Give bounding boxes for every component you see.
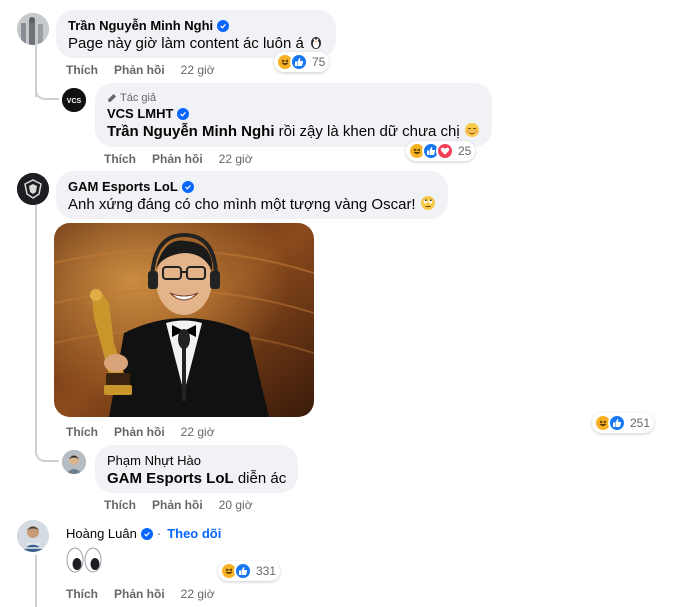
reaction-summary[interactable]: 25 [406, 141, 476, 161]
separator-dot: · [156, 526, 162, 541]
like-button[interactable]: Thích [104, 151, 136, 167]
reply-bubble: Phạm Nhựt Hào GAM Esports LoL diễn ác [95, 445, 299, 493]
author-name[interactable]: Trần Nguyễn Minh Nghi [68, 18, 213, 34]
comment-text: GAM Esports LoL diễn ác [107, 469, 286, 489]
like-button[interactable]: Thích [66, 424, 98, 440]
microphone-icon [108, 94, 116, 102]
like-reaction-icon [608, 414, 626, 432]
svg-text:VCS: VCS [67, 98, 82, 105]
avatar[interactable] [62, 450, 86, 474]
comment-text-body: Page này giờ làm content ác luôn á [68, 35, 304, 52]
comment-text-body: Anh xứng đáng có cho mình một tượng vàng… [68, 196, 416, 213]
comment-actions: Thích Phản hồi 20 giờ [104, 497, 253, 513]
comment-bubble: GAM Esports LoL Anh xứng đáng có cho mìn… [56, 171, 448, 219]
thread-line [35, 205, 37, 445]
like-button[interactable]: Thích [104, 497, 136, 513]
comment-actions: Thích Phản hồi 22 giờ [66, 586, 215, 602]
author-badge: Tác giả [107, 91, 480, 105]
comment-bubble: Trần Nguyễn Minh Nghi Page này giờ làm c… [56, 10, 336, 58]
comment-text-body: rồi zậy là khen dữ chưa chị [274, 123, 460, 140]
reaction-summary[interactable]: 331 [218, 561, 281, 581]
follow-button[interactable]: Theo dõi [167, 526, 221, 542]
mention-link[interactable]: Trần Nguyễn Minh Nghi [107, 123, 275, 140]
avatar[interactable] [17, 173, 49, 205]
love-reaction-icon [436, 142, 454, 160]
reaction-count: 331 [256, 564, 277, 578]
like-reaction-icon [290, 53, 308, 71]
comment-text-body: diễn ác [233, 470, 287, 487]
comment-text: Anh xứng đáng có cho mình một tượng vàng… [68, 195, 436, 217]
comment-author[interactable]: Phạm Nhựt Hào [107, 453, 286, 469]
avatar[interactable] [17, 13, 49, 45]
avatar[interactable]: VCS [62, 88, 86, 112]
verified-icon [217, 20, 230, 32]
like-reaction-icon [234, 562, 252, 580]
reply-button[interactable]: Phản hồi [114, 586, 165, 602]
author-name[interactable]: Hoàng Luân [66, 526, 137, 542]
reply-bubble: Tác giả VCS LMHT Trần Nguyễn Minh Nghi r… [95, 83, 492, 147]
reaction-count: 75 [312, 55, 326, 69]
reaction-summary[interactable]: 75 [274, 52, 330, 72]
verified-icon [177, 108, 190, 120]
timestamp[interactable]: 20 giờ [219, 497, 253, 513]
timestamp[interactable]: 22 giờ [181, 586, 215, 602]
comment-author[interactable]: Trần Nguyễn Minh Nghi [68, 18, 324, 34]
thread-line [35, 555, 37, 607]
comment-actions: Thích Phản hồi 22 giờ [104, 151, 253, 167]
like-button[interactable]: Thích [66, 586, 98, 602]
timestamp[interactable]: 22 giờ [219, 151, 253, 167]
attached-photo[interactable] [54, 223, 314, 417]
reply-button[interactable]: Phản hồi [152, 497, 203, 513]
comment-author[interactable]: VCS LMHT [107, 106, 480, 122]
thread-connector [35, 440, 59, 462]
author-badge-label: Tác giả [120, 92, 157, 104]
comment-text: 👀 [66, 546, 102, 574]
timestamp[interactable]: 22 giờ [181, 424, 215, 440]
author-name[interactable]: VCS LMHT [107, 106, 173, 122]
author-name[interactable]: Phạm Nhựt Hào [107, 453, 201, 469]
reply-button[interactable]: Phản hồi [114, 62, 165, 78]
comment-author[interactable]: Hoàng Luân · Theo dõi [66, 526, 221, 542]
reaction-count: 251 [630, 416, 651, 430]
thread-connector [35, 78, 59, 100]
eyes-emoji-icon [66, 547, 102, 573]
avatar[interactable] [17, 520, 49, 552]
comment-actions: Thích Phản hồi 22 giờ [66, 62, 215, 78]
verified-icon [181, 181, 194, 193]
comment-author[interactable]: GAM Esports LoL [68, 179, 436, 195]
comment-actions: Thích Phản hồi 22 giờ [66, 424, 215, 440]
reply-button[interactable]: Phản hồi [114, 424, 165, 440]
reaction-summary[interactable]: 251 [592, 413, 655, 433]
verified-icon [140, 528, 153, 540]
reaction-count: 25 [458, 144, 472, 158]
like-button[interactable]: Thích [66, 62, 98, 78]
mention-link[interactable]: GAM Esports LoL [107, 470, 234, 487]
author-name[interactable]: GAM Esports LoL [68, 179, 178, 195]
rolling-eyes-emoji-icon [420, 195, 436, 217]
reply-button[interactable]: Phản hồi [152, 151, 203, 167]
timestamp[interactable]: 22 giờ [181, 62, 215, 78]
